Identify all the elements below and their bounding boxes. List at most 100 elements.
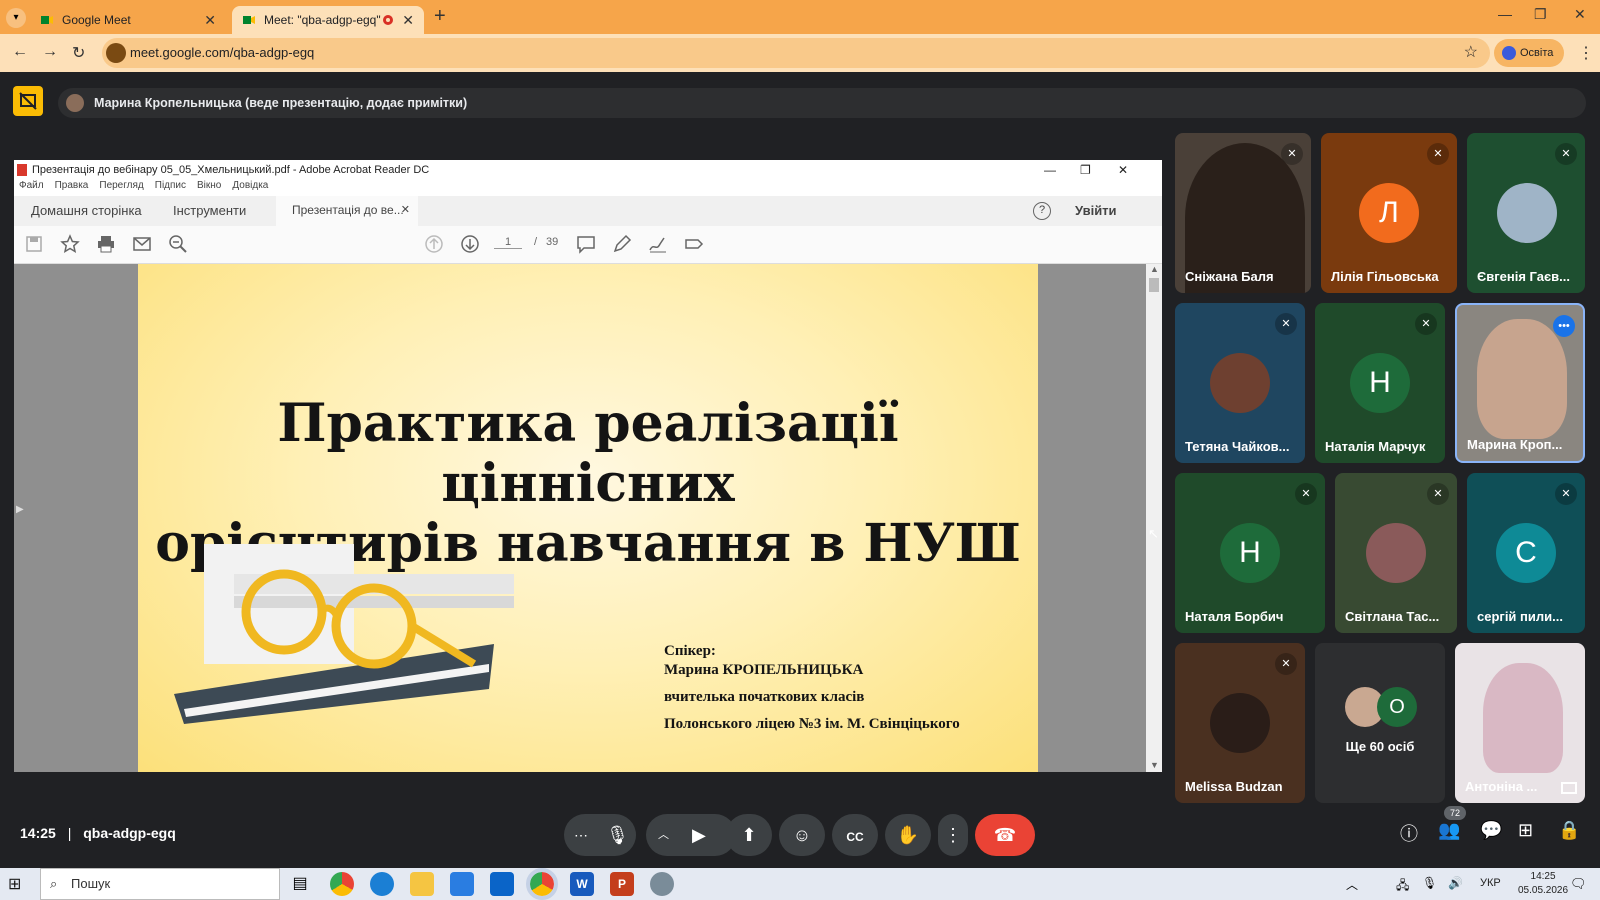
file-explorer-icon[interactable] [410, 872, 434, 896]
mail-icon[interactable] [490, 872, 514, 896]
tab-tools[interactable]: Інструменти [173, 203, 246, 218]
close-doc-tab-icon[interactable]: ✕ [401, 203, 410, 216]
page-up-icon[interactable] [424, 234, 444, 259]
bookmark-star-icon[interactable]: ☆ [1464, 38, 1478, 68]
menu-help[interactable]: Довідка [232, 180, 268, 196]
activities-grid-icon[interactable]: ⊞ [1518, 820, 1533, 841]
menu-window[interactable]: Вікно [197, 180, 221, 196]
stop-sharing-button[interactable] [13, 86, 43, 116]
site-info-icon[interactable] [106, 43, 126, 63]
minimize-icon[interactable]: — [1498, 6, 1512, 22]
chrome-icon[interactable] [330, 872, 354, 896]
tab-document[interactable]: Презентація до ве... ✕ [276, 196, 418, 226]
edge-icon[interactable] [370, 872, 394, 896]
bookmark-star-icon[interactable] [60, 234, 80, 259]
notifications-icon[interactable]: 🗨 [1570, 876, 1587, 892]
captions-button[interactable]: CC [832, 814, 878, 856]
taskbar-search[interactable]: ⌕ Пошук [40, 868, 280, 900]
print-icon[interactable] [96, 234, 116, 259]
scroll-thumb[interactable] [1149, 278, 1159, 292]
participant-tile[interactable]: ✕ Сніжана Баля [1175, 133, 1311, 293]
menu-edit[interactable]: Правка [55, 180, 89, 196]
leave-call-button[interactable]: ☎ [975, 814, 1035, 856]
scroll-up-icon[interactable]: ▲ [1150, 264, 1159, 274]
pin-icon[interactable] [1561, 782, 1577, 794]
new-tab-button[interactable]: + [434, 5, 446, 28]
share-tag-icon[interactable] [684, 234, 704, 259]
comment-icon[interactable] [576, 234, 596, 259]
reactions-button[interactable]: ☺ [779, 814, 825, 856]
tray-volume-icon[interactable]: 🔊 [1448, 876, 1463, 890]
participant-tile[interactable]: Л ✕ Лілія Гільовська [1321, 133, 1457, 293]
participant-tile[interactable]: Н ✕ Наталя Борбич [1175, 473, 1325, 633]
chrome-active-icon[interactable] [526, 868, 558, 900]
browser-tab-meet-call[interactable]: Meet: "qba-adgp-egq" ✕ [232, 6, 424, 34]
tray-network-icon[interactable]: 🖧 [1396, 876, 1409, 897]
windows-start-icon[interactable]: ⊞ [8, 874, 21, 894]
reload-icon[interactable]: ↻ [72, 43, 85, 63]
back-icon[interactable]: ← [12, 43, 28, 61]
menu-sign[interactable]: Підпис [155, 180, 186, 196]
page-down-icon[interactable] [460, 234, 480, 259]
tab-home[interactable]: Домашня сторінка [31, 203, 142, 218]
zoom-out-icon[interactable] [168, 234, 188, 259]
document-viewport[interactable]: ▶ Практика реалізації ціннісних орієнтир… [14, 264, 1162, 772]
camera-button[interactable]: ︿ ▶ [646, 814, 736, 856]
highlight-pen-icon[interactable] [612, 234, 632, 259]
chevron-up-icon[interactable]: ︿ [658, 814, 669, 856]
host-controls-icon[interactable]: 🔒 [1558, 820, 1580, 841]
more-participants-tile[interactable]: О Ще 60 осіб [1315, 643, 1445, 803]
mic-button[interactable]: ⋯ 🎙 [564, 814, 636, 856]
scroll-down-icon[interactable]: ▼ [1150, 760, 1159, 770]
powerpoint-icon[interactable]: P [610, 872, 634, 896]
acrobat-restore-icon[interactable]: ❐ [1080, 160, 1091, 180]
store-icon[interactable] [450, 872, 474, 896]
signin-button[interactable]: Увійти [1075, 203, 1117, 218]
task-view-icon[interactable]: ▤ [288, 872, 312, 896]
people-icon[interactable]: 👥 [1438, 820, 1460, 841]
email-icon[interactable] [132, 234, 152, 259]
participant-tile[interactable]: ✕ Євгенія Гаєв... [1467, 133, 1585, 293]
acrobat-close-icon[interactable]: ✕ [1118, 160, 1128, 180]
tab-title: Meet: "qba-adgp-egq" [264, 13, 381, 27]
address-bar[interactable]: meet.google.com/qba-adgp-egq ☆ [102, 38, 1490, 68]
meeting-details-icon[interactable]: ⓘ [1400, 820, 1418, 846]
more-options-button[interactable]: ⋮ [938, 814, 968, 856]
more-audio-icon[interactable]: ⋯ [574, 814, 588, 856]
participant-tile[interactable]: ✕ Тетяна Чайков... [1175, 303, 1305, 463]
taskbar-clock[interactable]: 14:25 05.05.2026 [1518, 870, 1568, 898]
tab-search-button[interactable]: ▾ [6, 8, 26, 28]
shared-screen-acrobat-window[interactable]: Презентація до вебінару 05_05_Хмельницьк… [14, 160, 1162, 772]
help-icon[interactable]: ? [1033, 202, 1051, 220]
participant-tile[interactable]: Н ✕ Наталія Марчук [1315, 303, 1445, 463]
sign-icon[interactable] [648, 234, 668, 259]
participant-tile[interactable]: ✕ Світлана Тас... [1335, 473, 1457, 633]
forward-icon[interactable]: → [42, 43, 58, 61]
word-icon[interactable]: W [570, 872, 594, 896]
language-indicator[interactable]: УКР [1480, 877, 1501, 889]
tray-chevron-icon[interactable]: ︿ [1346, 876, 1358, 893]
acrobat-minimize-icon[interactable]: — [1044, 160, 1056, 180]
present-screen-button[interactable]: ⬆ [726, 814, 772, 856]
menu-file[interactable]: Файл [19, 180, 44, 196]
profile-button[interactable]: Освіта [1494, 39, 1564, 67]
page-number-input[interactable]: 1 [494, 236, 522, 249]
restore-icon[interactable]: ❐ [1534, 6, 1547, 23]
chat-icon[interactable]: 💬 [1480, 820, 1502, 841]
participant-tile[interactable]: ✕ Melissa Budzan [1175, 643, 1305, 803]
close-tab-icon[interactable]: ✕ [204, 12, 216, 29]
save-icon[interactable] [24, 234, 44, 259]
tray-mic-icon[interactable]: 🎙 [1422, 876, 1437, 890]
participant-tile-active-speaker[interactable]: ••• Марина Кроп... [1455, 303, 1585, 463]
participant-tile[interactable]: С ✕ сергій пили... [1467, 473, 1585, 633]
raise-hand-button[interactable]: ✋ [885, 814, 931, 856]
participant-tile[interactable]: Антоніна ... [1455, 643, 1585, 803]
browser-menu-icon[interactable]: ⋮ [1578, 43, 1594, 63]
app-icon[interactable] [650, 872, 674, 896]
expand-left-panel-icon[interactable]: ▶ [16, 504, 24, 515]
menu-view[interactable]: Перегляд [99, 180, 143, 196]
browser-tab-google-meet[interactable]: Google Meet ✕ [30, 6, 226, 34]
vertical-scrollbar[interactable]: ▲ ▼ [1146, 264, 1162, 772]
close-window-icon[interactable]: ✕ [1574, 6, 1586, 23]
close-tab-icon[interactable]: ✕ [402, 12, 414, 29]
